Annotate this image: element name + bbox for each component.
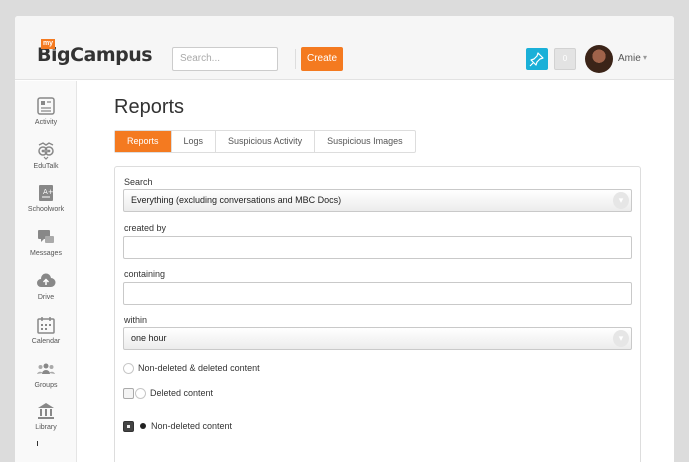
containing-field[interactable] — [123, 282, 632, 305]
cloud-upload-icon — [37, 273, 56, 287]
sidebar-item-calendar[interactable]: Calendar — [15, 315, 77, 355]
sidebar: Activity EduTalk A+ Schoolwork Messages … — [15, 81, 77, 462]
search-form-panel: Search Everything (excluding conversatio… — [114, 166, 641, 462]
top-bar: my BigCampus Search... Create 0 Amie ▾ — [15, 16, 674, 80]
page-title: Reports — [114, 96, 185, 118]
app-window: my BigCampus Search... Create 0 Amie ▾ A… — [15, 16, 674, 462]
within-select[interactable]: one hour ▾ — [123, 327, 632, 350]
search-label: Search — [124, 177, 153, 187]
sidebar-item-label: Schoolwork — [27, 206, 65, 213]
search-input[interactable]: Search... — [172, 47, 278, 71]
within-label: within — [124, 315, 148, 325]
sidebar-item-edutalk[interactable]: EduTalk — [15, 140, 77, 180]
checkbox-checked[interactable] — [123, 420, 134, 432]
tab-suspicious-activity[interactable]: Suspicious Activity — [216, 131, 316, 152]
radio-button[interactable] — [123, 362, 134, 374]
created-by-label: created by — [124, 223, 167, 233]
groups-icon — [37, 363, 55, 374]
sidebar-item-drive[interactable]: Drive — [15, 271, 77, 311]
grade-icon: A+ — [39, 185, 54, 201]
sidebar-item-label: Calendar — [31, 338, 61, 345]
sidebar-item-label: Library — [35, 424, 57, 431]
sidebar-item-activity[interactable]: Activity — [15, 96, 77, 136]
option-non-deleted-and-deleted[interactable]: Non-deleted & deleted content — [123, 361, 260, 375]
username[interactable]: Amie — [618, 53, 641, 64]
sidebar-item-groups[interactable]: Groups — [15, 359, 77, 399]
report-tabs: Reports Logs Suspicious Activity Suspici… — [114, 130, 416, 153]
tab-reports[interactable]: Reports — [115, 131, 172, 152]
option-label: Deleted content — [150, 388, 214, 398]
search-scope-value: Everything (excluding conversations and … — [131, 195, 342, 205]
sidebar-item-label: Activity — [34, 119, 58, 126]
created-by-field[interactable] — [123, 236, 632, 259]
logo-my-badge: my — [41, 39, 55, 49]
header-divider — [295, 49, 296, 69]
tab-logs[interactable]: Logs — [172, 131, 217, 152]
create-button[interactable]: Create — [301, 47, 343, 71]
chevron-down-icon: ▾ — [613, 330, 629, 347]
option-deleted[interactable]: Deleted content — [123, 386, 213, 400]
radio-button[interactable] — [135, 387, 146, 399]
within-value: one hour — [131, 333, 167, 343]
library-icon — [38, 403, 54, 419]
sidebar-item-label: Messages — [30, 250, 62, 257]
sidebar-item-label: EduTalk — [33, 163, 59, 170]
option-non-deleted[interactable]: Non-deleted content — [123, 419, 232, 433]
chat-icon — [38, 230, 54, 243]
pin-button[interactable] — [526, 48, 548, 70]
notifications-button[interactable]: 0 — [554, 48, 576, 70]
checkbox[interactable] — [123, 387, 134, 399]
activity-icon — [37, 97, 55, 115]
text-cursor — [37, 441, 38, 446]
sidebar-item-library[interactable]: Library — [15, 401, 77, 441]
avatar[interactable] — [585, 45, 613, 73]
sidebar-item-messages[interactable]: Messages — [15, 227, 77, 267]
search-scope-select[interactable]: Everything (excluding conversations and … — [123, 189, 632, 212]
pushpin-icon — [529, 52, 544, 67]
sidebar-item-label: Groups — [34, 382, 58, 389]
option-label: Non-deleted content — [151, 421, 233, 431]
chevron-down-icon: ▾ — [613, 192, 629, 209]
containing-label: containing — [124, 269, 166, 279]
logo[interactable]: my BigCampus — [37, 39, 153, 66]
svg-text:A+: A+ — [43, 188, 54, 196]
calendar-icon — [37, 317, 55, 334]
chevron-down-icon[interactable]: ▾ — [643, 53, 647, 62]
sidebar-item-label: Drive — [37, 294, 55, 301]
tab-suspicious-images[interactable]: Suspicious Images — [315, 131, 415, 152]
sidebar-item-schoolwork[interactable]: A+ Schoolwork — [15, 183, 77, 223]
owl-icon — [38, 142, 54, 160]
option-label: Non-deleted & deleted content — [138, 363, 260, 373]
radio-selected-dot[interactable] — [140, 423, 146, 429]
